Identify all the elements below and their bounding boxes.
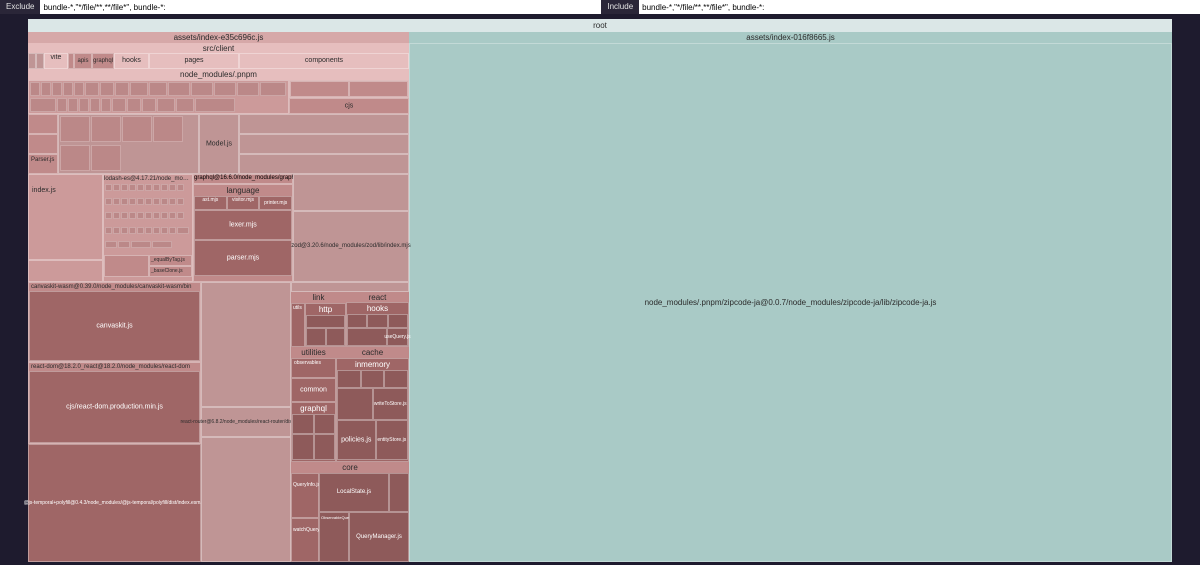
equalbytag-cell[interactable]: _equalByTag.js: [149, 255, 192, 266]
zipcode-label: node_modules/.pnpm/zipcode-ja@0.0.7/node…: [645, 298, 937, 307]
cjs-cell[interactable]: cjs: [289, 98, 409, 114]
link-label[interactable]: link: [291, 292, 346, 303]
lodash-cell[interactable]: lodash-es@4.17.21/node_modules/lodash-es: [103, 174, 193, 282]
parser-js-cell[interactable]: Parser.js: [28, 154, 58, 174]
localstate-cell[interactable]: LocalState.js: [319, 473, 389, 512]
filter-bar: Exclude Include: [0, 0, 1200, 14]
parser-cell[interactable]: parser.mjs: [194, 240, 292, 276]
reactdom-prod-cell[interactable]: cjs/react-dom.production.min.js: [29, 371, 200, 443]
treemap: root assets/index-e35c696c.js src/client…: [0, 14, 1200, 565]
pkg-cell[interactable]: [28, 134, 58, 154]
usequery-cell[interactable]: useQuery.js: [387, 328, 408, 346]
vite-cell[interactable]: vite: [44, 53, 68, 69]
cjs-label: cjs: [345, 103, 354, 110]
graphql-pkg-header[interactable]: graphql@16.6.0/node_modules/graphql: [193, 174, 293, 184]
canvaskit-group[interactable]: canvaskit-wasm@0.39.0/node_modules/canva…: [28, 282, 201, 362]
bundle-right-title: assets/index-016f8665.js: [409, 32, 1172, 43]
bundle-left[interactable]: assets/index-e35c696c.js src/client vite…: [28, 32, 409, 562]
http-label: http: [306, 304, 345, 315]
zipcode-cell[interactable]: node_modules/.pnpm/zipcode-ja@0.0.7/node…: [409, 43, 1172, 562]
lexer-label: lexer.mjs: [229, 222, 257, 229]
pnpm-header[interactable]: node_modules/.pnpm: [28, 69, 409, 80]
policies-cell[interactable]: policies.js: [337, 420, 376, 460]
canvaskit-pkg-label: canvaskit-wasm@0.39.0/node_modules/canva…: [29, 283, 200, 291]
exclude-input[interactable]: [40, 0, 601, 14]
model-cell[interactable]: Model.js: [199, 114, 239, 174]
pkg-cell[interactable]: [104, 255, 149, 277]
pkg-cell[interactable]: [239, 134, 409, 154]
include-input[interactable]: [639, 0, 1200, 14]
inmemory-cell[interactable]: inmemory writeToStore.js: [336, 358, 409, 462]
common-cell[interactable]: common: [291, 378, 336, 402]
hooks-cell[interactable]: hooks: [114, 53, 149, 69]
js-temporal-label: @js-temporal+polyfill@0.4.3/node_modules…: [24, 500, 206, 506]
graphql-util-label: graphql: [292, 403, 335, 414]
printer-cell[interactable]: printer.mjs: [259, 196, 292, 210]
language-group[interactable]: language ast.mjs visitor.mjs printer.mjs…: [193, 184, 293, 282]
watchquery-cell[interactable]: watchQuery.js: [291, 518, 319, 563]
inmemory-label: inmemory: [337, 359, 408, 370]
tiny-cell[interactable]: [36, 53, 44, 69]
zod-cell[interactable]: zod@3.20.6/node_modules/zod/lib/index.mj…: [293, 211, 409, 282]
policies-label: policies.js: [341, 437, 371, 444]
reactdom-group[interactable]: react-dom@18.2.0_react@18.2.0/node_modul…: [28, 362, 201, 444]
index-cell[interactable]: index.js: [28, 174, 103, 260]
pkg-cell[interactable]: [28, 260, 103, 282]
baseclone-cell[interactable]: _baseClone.js: [149, 266, 192, 277]
entitystore-cell[interactable]: entityStore.js: [376, 420, 408, 460]
apis-cell[interactable]: apis: [74, 53, 92, 69]
bundle-left-title: assets/index-e35c696c.js: [28, 32, 409, 43]
model-label: Model.js: [206, 141, 232, 148]
pkg-cell[interactable]: [291, 282, 409, 292]
src-client-row: vite apis graphql hooks pages components: [28, 53, 409, 69]
components-cell[interactable]: components: [239, 53, 409, 69]
exclude-label: Exclude: [0, 0, 40, 14]
pkg-cell[interactable]: [28, 80, 289, 114]
writestore-cell[interactable]: writeToStore.js: [373, 388, 409, 420]
zod-label: zod@3.20.6/node_modules/zod/lib/index.mj…: [291, 243, 411, 249]
parser-js-label: Parser.js: [31, 157, 54, 163]
js-temporal-cell[interactable]: @js-temporal+polyfill@0.4.3/node_modules…: [28, 444, 201, 562]
graphql-cell[interactable]: graphql: [92, 53, 114, 69]
utils-cell[interactable]: utils: [291, 303, 305, 347]
bundle-right[interactable]: assets/index-016f8665.js node_modules/.p…: [409, 32, 1172, 562]
react-hooks-label: hooks: [347, 303, 408, 314]
react-router-cell[interactable]: react-router@6.8.2/node_modules/react-ro…: [201, 407, 291, 437]
pkg-cell[interactable]: [58, 114, 199, 174]
include-label: Include: [601, 0, 639, 14]
utilities-label[interactable]: utilities: [291, 347, 336, 358]
observables-cell[interactable]: observables: [291, 358, 336, 378]
root-node[interactable]: root: [28, 19, 1172, 32]
parser-label: parser.mjs: [227, 255, 259, 262]
observablequery-cell[interactable]: ObservableQuery.js: [319, 512, 349, 562]
core-label[interactable]: core: [291, 462, 409, 473]
lodash-label: lodash-es@4.17.21/node_modules/lodash-es: [104, 175, 192, 183]
pkg-cell[interactable]: [201, 437, 291, 562]
graphql-util-cell[interactable]: graphql: [291, 402, 336, 462]
reactdom-pkg-label: react-dom@18.2.0_react@18.2.0/node_modul…: [29, 363, 200, 371]
language-label: language: [194, 185, 292, 196]
pkg-cell[interactable]: [290, 81, 349, 97]
cache-label[interactable]: cache: [336, 347, 409, 358]
pkg-cell[interactable]: [293, 174, 409, 211]
pkg-cell[interactable]: [239, 114, 409, 134]
react-hooks-cell[interactable]: hooks useQuery.js: [346, 302, 409, 347]
lexer-cell[interactable]: lexer.mjs: [194, 210, 292, 240]
reactdom-prod-label: cjs/react-dom.production.min.js: [66, 404, 163, 411]
queryinfo-cell[interactable]: QueryInfo.js: [291, 473, 319, 518]
canvaskit-cell[interactable]: canvaskit.js: [29, 291, 200, 361]
pages-cell[interactable]: pages: [149, 53, 239, 69]
pkg-cell[interactable]: [239, 154, 409, 174]
pkg-cell[interactable]: [349, 81, 408, 97]
src-client-header[interactable]: src/client: [28, 43, 409, 53]
index-label: index.js: [32, 187, 56, 194]
http-cell[interactable]: http: [305, 303, 346, 347]
tiny-cell[interactable]: [28, 53, 36, 69]
pkg-cell[interactable]: [28, 114, 58, 134]
react-label[interactable]: react: [346, 292, 409, 302]
pkg-cell[interactable]: [201, 282, 291, 407]
canvaskit-label: canvaskit.js: [96, 323, 132, 330]
common-label: common: [300, 387, 327, 394]
querymanager-cell[interactable]: QueryManager.js: [349, 512, 409, 562]
